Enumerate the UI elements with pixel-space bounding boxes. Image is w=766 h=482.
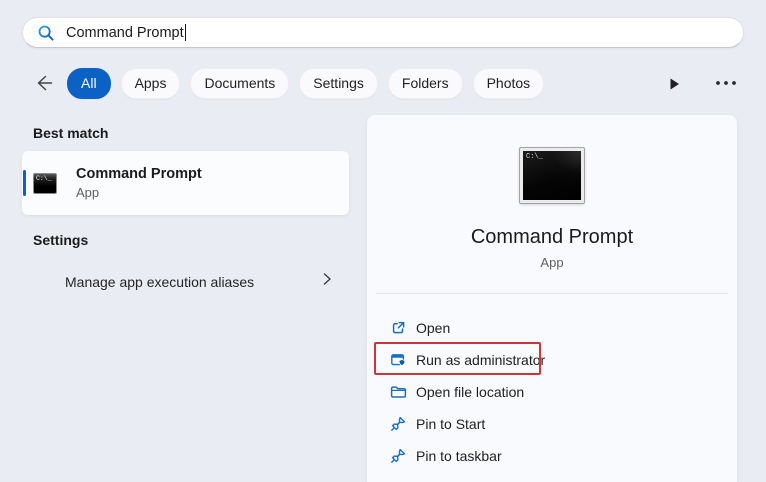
action-label: Pin to Start (416, 416, 486, 432)
tab-documents[interactable]: Documents (190, 67, 290, 99)
search-bar[interactable]: Command Prompt (22, 17, 744, 48)
best-match-text: Command Prompt App (76, 166, 202, 200)
best-match-result[interactable]: C:\_ Command Prompt App (22, 151, 349, 215)
command-prompt-icon: C:\_ (33, 172, 57, 194)
action-label: Open file location (416, 384, 525, 400)
action-label: Pin to taskbar (416, 448, 502, 464)
folder-icon (389, 383, 407, 401)
best-match-subtitle: App (76, 185, 100, 200)
action-open[interactable]: Open (367, 312, 737, 344)
tab-photos[interactable]: Photos (472, 67, 545, 99)
action-pin-to-start[interactable]: Pin to Start (367, 408, 737, 440)
action-label: Run as administrator (416, 352, 546, 368)
search-caret (184, 24, 186, 41)
pin-icon (389, 415, 407, 433)
best-match-header: Best match (33, 125, 109, 141)
run-as-administrator-icon (389, 351, 407, 369)
action-open-file-location[interactable]: Open file location (367, 376, 737, 408)
filter-tabs: All Apps Documents Settings Folders Phot… (33, 67, 554, 99)
best-match-title: Command Prompt (76, 166, 202, 182)
action-run-as-administrator[interactable]: Run as administrator (367, 344, 737, 376)
app-title: Command Prompt (470, 226, 634, 248)
action-list: Open Run as administrator Open file loca… (367, 312, 737, 472)
play-icon[interactable] (664, 74, 684, 94)
pin-icon (389, 447, 407, 465)
tab-apps[interactable]: Apps (120, 67, 181, 99)
open-icon (389, 319, 407, 337)
action-pin-to-taskbar[interactable]: Pin to taskbar (367, 440, 737, 472)
search-input[interactable]: Command Prompt (66, 25, 184, 41)
back-arrow-icon[interactable] (33, 72, 55, 94)
tab-settings[interactable]: Settings (299, 67, 378, 99)
chevron-right-icon (319, 271, 335, 292)
divider (376, 293, 728, 294)
tab-folders[interactable]: Folders (387, 67, 463, 99)
command-prompt-large-icon: C:\_ (519, 147, 585, 204)
more-options-icon[interactable] (712, 73, 740, 93)
search-icon (37, 24, 55, 42)
settings-header: Settings (33, 232, 89, 248)
app-subtitle: App (540, 255, 564, 270)
preview-panel: C:\_ Command Prompt App Open Run as admi… (367, 115, 737, 482)
settings-item-manage-aliases[interactable]: Manage app execution aliases (22, 263, 349, 300)
selection-accent-bar (23, 170, 26, 196)
settings-item-label: Manage app execution aliases (65, 273, 255, 290)
tab-all[interactable]: All (67, 67, 111, 99)
action-label: Open (416, 320, 451, 336)
